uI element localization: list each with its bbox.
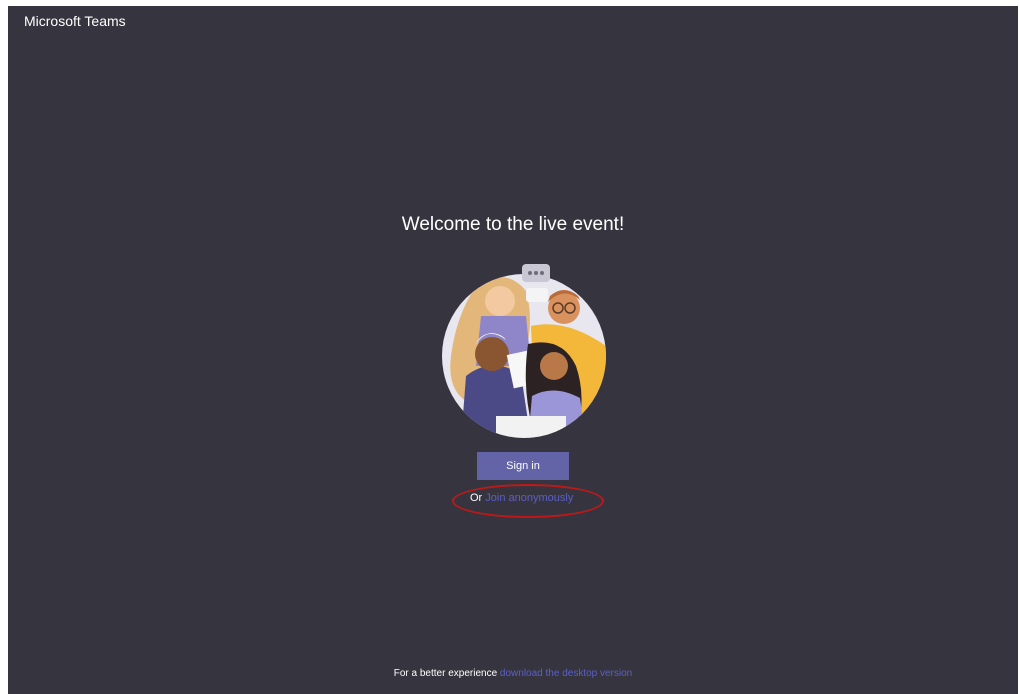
welcome-heading: Welcome to the live event!: [401, 214, 625, 235]
app-title: Microsoft Teams: [24, 13, 126, 29]
download-desktop-link[interactable]: download the desktop version: [500, 668, 632, 679]
or-prefix: Or: [470, 492, 483, 504]
join-anonymously-link[interactable]: Join anonymously: [485, 492, 573, 504]
teams-window: Microsoft Teams Welcome to the live even…: [8, 6, 1018, 694]
footer-prefix: For a better experience: [393, 668, 498, 679]
footer-message: For a better experience download the des…: [8, 668, 1018, 679]
join-anonymously-line: Or Join anonymously: [470, 492, 573, 504]
people-illustration: [442, 264, 606, 438]
sign-in-button[interactable]: Sign in: [477, 452, 569, 480]
